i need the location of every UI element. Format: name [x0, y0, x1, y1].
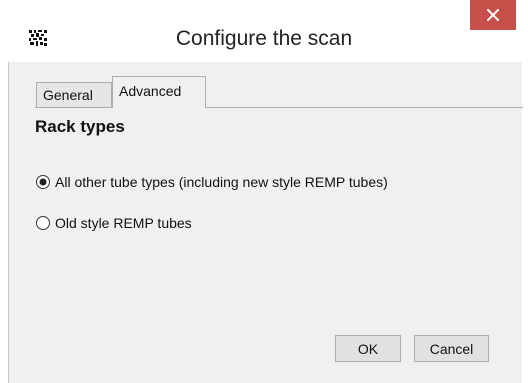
close-button[interactable] [470, 0, 516, 30]
title-bar[interactable]: Configure the scan [0, 0, 528, 62]
configure-scan-dialog: Configure the scan General Advanced Rack… [0, 0, 528, 383]
tab-advanced[interactable]: Advanced [112, 76, 206, 108]
close-icon [487, 9, 499, 21]
dialog-body: General Advanced Rack types All other tu… [8, 62, 523, 383]
ok-button[interactable]: OK [335, 335, 401, 362]
radio-label: All other tube types (including new styl… [55, 174, 388, 190]
radio-unchecked-icon[interactable] [35, 215, 51, 231]
radio-all-other-tube-types[interactable]: All other tube types (including new styl… [35, 172, 388, 192]
window-title: Configure the scan [175, 27, 353, 50]
radio-checked-icon[interactable] [35, 174, 51, 190]
tab-general[interactable]: General [36, 82, 112, 107]
cancel-button[interactable]: Cancel [414, 335, 489, 362]
radio-old-style-remp-tubes[interactable]: Old style REMP tubes [35, 213, 192, 233]
radio-label: Old style REMP tubes [55, 215, 192, 231]
section-title-rack-types: Rack types [35, 117, 125, 136]
tab-panel-border [35, 107, 523, 108]
